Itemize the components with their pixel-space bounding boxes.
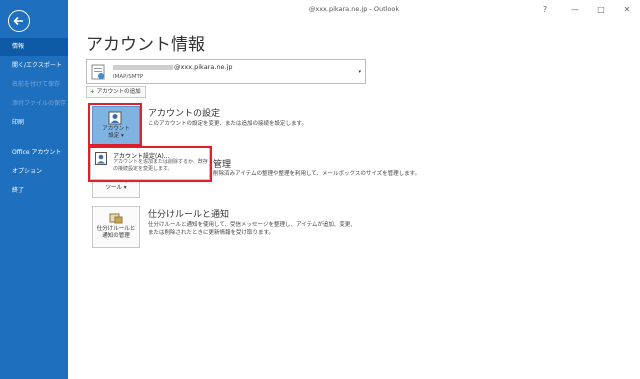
close-button[interactable]: ✕ [620, 3, 634, 17]
account-settings-title: アカウントの設定 [148, 109, 221, 119]
highlight-frame [88, 146, 212, 182]
add-account-label: アカウントの追加 [96, 89, 141, 95]
highlight-frame [88, 103, 142, 146]
page-title: アカウント情報 [86, 35, 205, 55]
account-selector[interactable]: @xxx.pikara.ne.jp IMAP/SMTP ▾ [86, 59, 366, 84]
rules-alerts-label-1: 仕分けルールと [96, 226, 136, 232]
rules-alerts-description: 仕分けルールと通知を使用して、受信メッセージを整理し、アイテムが追加、変更、また… [148, 222, 356, 236]
sidebar-item-open-export[interactable]: 開く/エクスポート [0, 57, 68, 75]
account-email: @xxx.pikara.ne.jp [174, 63, 233, 71]
sidebar-item-print[interactable]: 印刷 [0, 114, 68, 132]
account-settings-description: このアカウントの設定を変更、または追加の接続を設定します。 [148, 121, 307, 127]
rules-alerts-button[interactable]: 仕分けルールと 通知の管理 [92, 206, 140, 248]
redacted-text [113, 64, 173, 70]
sidebar-item-options[interactable]: オプション [0, 163, 68, 181]
sidebar-item-save-attachments: 添付ファイルの保存 [12, 100, 67, 107]
sidebar-item-exit[interactable]: 終了 [0, 182, 68, 200]
cleanup-tools-label-2: ツール ▾ [105, 185, 127, 191]
mailbox-cleanup-description: 削除済みアイテムの整理や整理を利用して、メールボックスのサイズを管理します。 [213, 171, 421, 177]
sidebar-item-info[interactable]: 情報 [0, 38, 68, 56]
rules-icon [109, 213, 123, 224]
help-button[interactable]: ? [538, 3, 552, 17]
window-title: @xxx.pikara.ne.jp - Outlook [308, 5, 400, 13]
chevron-down-icon: ▾ [358, 69, 361, 75]
back-arrow-icon [13, 16, 23, 26]
account-type: IMAP/SMTP [113, 74, 144, 80]
plus-icon: + [90, 89, 95, 95]
title-bar: @xxx.pikara.ne.jp - Outlook ? — □ ✕ [68, 0, 640, 22]
sidebar-item-office-account[interactable]: Office アカウント [0, 144, 68, 162]
back-button[interactable] [8, 10, 30, 32]
minimize-button[interactable]: — [568, 3, 582, 17]
add-account-button[interactable]: + アカウントの追加 [86, 86, 146, 98]
sidebar-item-save-as: 名前を付けて保存 [12, 81, 61, 88]
account-file-icon [91, 64, 105, 80]
backstage-sidebar: 情報 開く/エクスポート 名前を付けて保存 添付ファイルの保存 印刷 Offic… [0, 0, 68, 379]
mailbox-cleanup-title: 管理 [213, 160, 232, 170]
rules-alerts-title: 仕分けルールと通知 [148, 210, 230, 220]
restore-button[interactable]: □ [594, 3, 608, 17]
rules-alerts-label-2: 通知の管理 [102, 233, 130, 239]
